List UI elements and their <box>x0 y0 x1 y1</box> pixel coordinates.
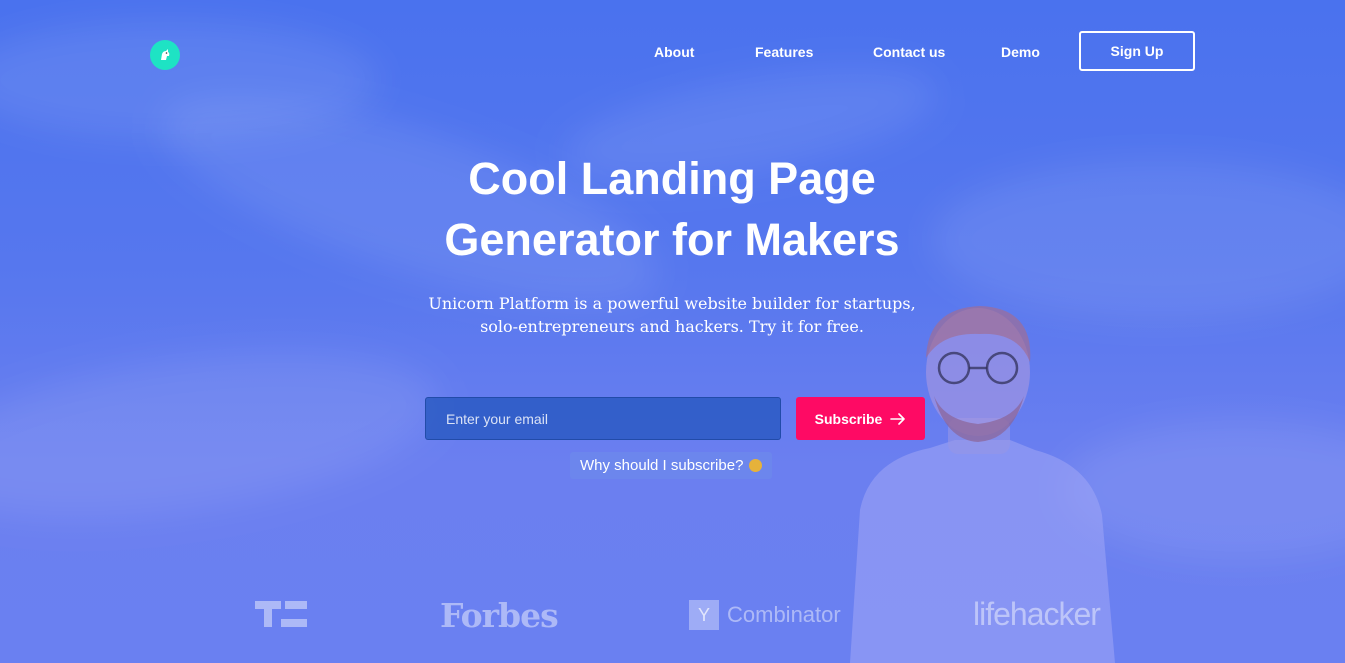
ycombinator-logo: Y Combinator <box>689 600 841 630</box>
page-subtitle: Unicorn Platform is a powerful website b… <box>422 292 922 338</box>
email-input[interactable] <box>425 397 781 440</box>
page-title: Cool Landing Page Generator for Makers <box>444 153 900 265</box>
why-subscribe-label: Why should I subscribe? <box>580 457 744 474</box>
lifehacker-logo: lifehacker <box>973 596 1101 632</box>
subscribe-label: Subscribe <box>814 410 883 427</box>
nav-link-features[interactable]: Features <box>755 44 813 60</box>
cloud <box>930 160 1345 320</box>
subscribe-button[interactable]: Subscribe <box>796 397 925 440</box>
thinking-face-icon <box>749 459 763 472</box>
why-subscribe-link[interactable]: Why should I subscribe? <box>570 452 773 479</box>
unicorn-icon <box>161 49 170 60</box>
cloud <box>0 324 448 546</box>
subtitle-line-2: solo-entrepreneurs and hackers. Try it f… <box>480 317 864 336</box>
hero-section: About Features Contact us Demo Sign Up C… <box>0 0 1345 663</box>
subtitle-line-1: Unicorn Platform is a powerful website b… <box>428 294 916 313</box>
nav-link-contact[interactable]: Contact us <box>873 44 945 60</box>
forbes-logo: Forbes <box>440 596 559 635</box>
nav-link-demo[interactable]: Demo <box>1001 44 1040 60</box>
ycombinator-mark: Y <box>689 600 719 630</box>
nav-link-about[interactable]: About <box>654 44 694 60</box>
ycombinator-text: Combinator <box>727 602 841 627</box>
arrow-right-icon <box>890 412 906 425</box>
sign-up-button[interactable]: Sign Up <box>1079 31 1195 71</box>
brand-logo[interactable] <box>150 40 180 70</box>
techcrunch-logo <box>255 601 307 627</box>
